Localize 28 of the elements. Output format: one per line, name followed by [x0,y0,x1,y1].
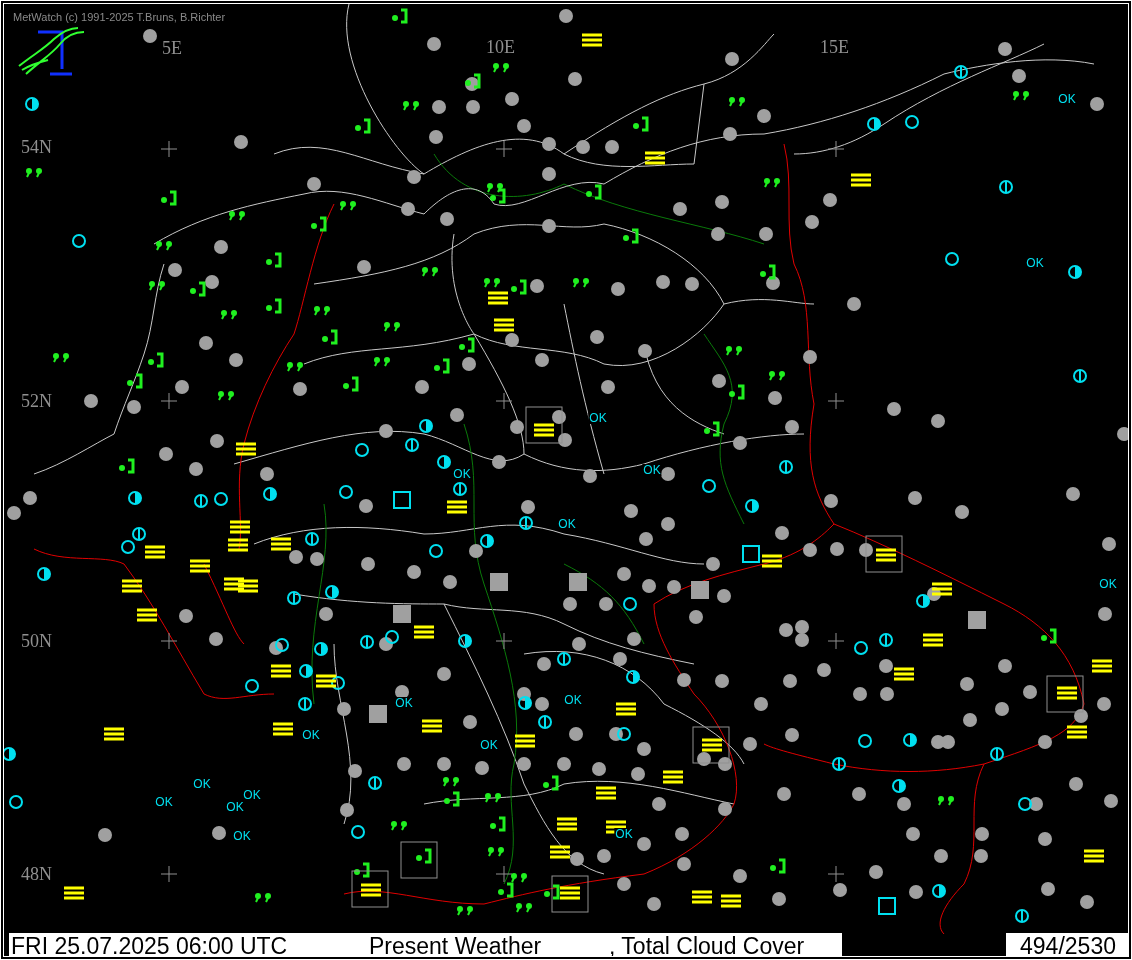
station-status-label: OK [563,694,583,706]
station-status-label: OK [394,697,414,709]
station-status-label: OK [154,796,174,808]
station-status-label: OK [614,828,634,840]
station-status-label: OK [479,739,499,751]
station-status-label: OK [232,830,252,842]
station-status-label: OK [588,412,608,424]
coordinate-label: 54N [21,138,52,156]
coordinate-label: 5E [162,39,182,57]
coordinate-label: 52N [21,392,52,410]
station-status-label: OK [642,464,662,476]
station-status-label: OK [242,789,262,801]
station-status-label: OK [1025,257,1045,269]
datetime-label: FRI 25.07.2025 06:00 UTC [10,935,289,956]
station-status-label: OK [557,518,577,530]
credit-label: MetWatch (c) 1991-2025 T.Bruns, B.Richter [13,12,226,23]
station-status-label: OK [225,801,245,813]
station-status-label: OK [1098,578,1118,590]
coordinate-label: 10E [486,38,515,56]
station-status-label: OK [1057,93,1077,105]
parameter-label: Present Weather [369,935,543,956]
coordinate-label: 48N [21,865,52,883]
station-status-label: OK [301,729,321,741]
coordinate-label: 15E [820,38,849,56]
station-status-label: OK [452,468,472,480]
station-status-label: OK [192,778,212,790]
station-count: 494/2530 [1006,933,1128,956]
coordinate-label: 50N [21,632,52,650]
